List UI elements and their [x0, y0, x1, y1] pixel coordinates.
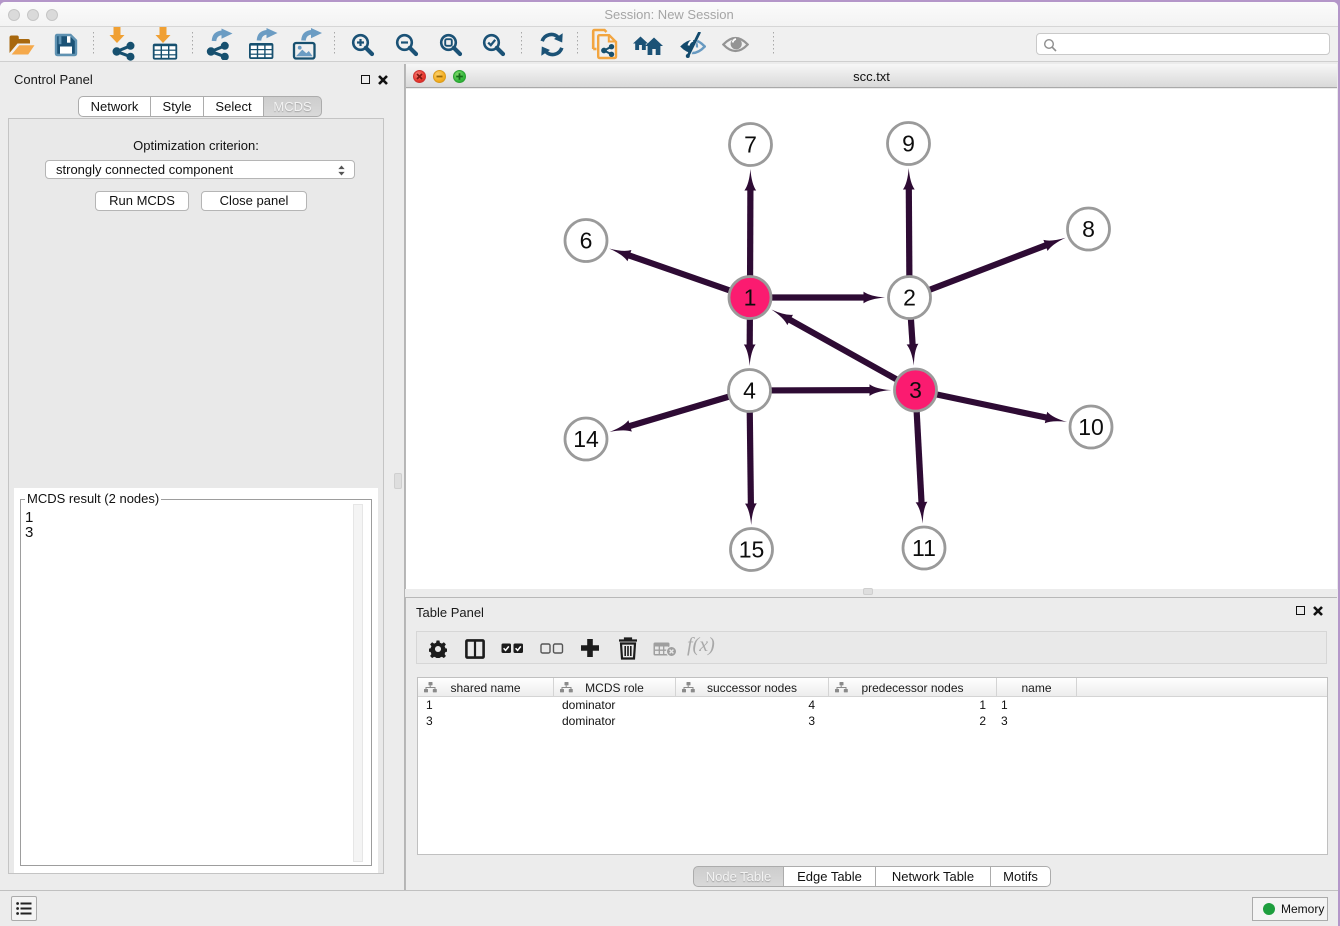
- svg-text:8: 8: [1082, 216, 1095, 242]
- svg-text:9: 9: [902, 131, 915, 157]
- svg-text:11: 11: [912, 535, 936, 561]
- svg-text:14: 14: [573, 426, 599, 452]
- svg-text:15: 15: [739, 537, 765, 563]
- svg-text:2: 2: [903, 285, 916, 311]
- svg-text:6: 6: [580, 228, 593, 254]
- svg-text:4: 4: [743, 378, 756, 404]
- svg-text:1: 1: [744, 285, 757, 311]
- svg-text:10: 10: [1078, 414, 1104, 440]
- svg-text:3: 3: [909, 377, 922, 403]
- svg-text:7: 7: [744, 132, 757, 158]
